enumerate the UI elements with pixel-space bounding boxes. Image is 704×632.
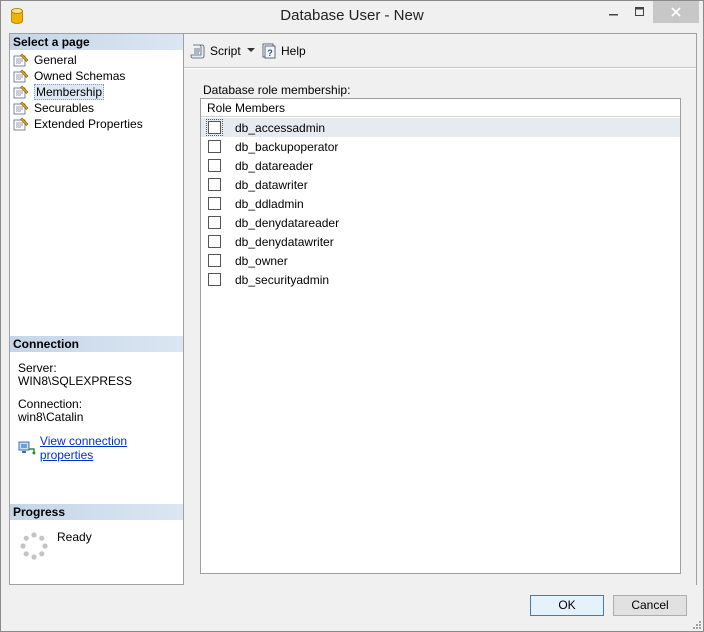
connection-properties-icon <box>18 441 36 455</box>
page-item-owned-schemas[interactable]: Owned Schemas <box>13 68 181 84</box>
role-row[interactable]: db_denydatawriter <box>201 232 680 251</box>
role-row[interactable]: db_backupoperator <box>201 137 680 156</box>
progress-header: Progress <box>10 504 183 520</box>
role-members-grid: Role Members db_accessadmin db_backupoper… <box>200 98 681 574</box>
script-button[interactable]: Script <box>190 42 241 60</box>
page-item-label: Owned Schemas <box>34 69 126 83</box>
role-name: db_ddladmin <box>235 196 304 211</box>
page-wrench-icon <box>13 53 29 67</box>
connection-value: win8\Catalin <box>18 410 84 424</box>
role-name: db_datawriter <box>235 177 308 192</box>
role-checkbox[interactable] <box>208 235 221 248</box>
ok-button[interactable]: OK <box>530 595 604 616</box>
role-checkbox[interactable] <box>206 119 223 136</box>
script-label: Script <box>210 44 241 58</box>
help-label: Help <box>281 44 306 58</box>
close-button[interactable] <box>653 1 699 23</box>
role-checkbox[interactable] <box>208 273 221 286</box>
role-members-header[interactable]: Role Members <box>201 99 680 117</box>
title-bar: Database User - New <box>1 1 703 31</box>
page-item-membership[interactable]: Membership <box>13 84 181 100</box>
select-page-header: Select a page <box>10 34 183 50</box>
role-checkbox[interactable] <box>208 140 221 153</box>
page-item-extended-properties[interactable]: Extended Properties <box>13 116 181 132</box>
page-item-label: Securables <box>34 101 95 115</box>
role-name: db_owner <box>235 253 288 268</box>
role-checkbox[interactable] <box>208 178 221 191</box>
svg-text:?: ? <box>267 48 273 58</box>
maximize-icon <box>635 7 644 16</box>
role-name: db_accessadmin <box>235 120 326 135</box>
role-name: db_denydatareader <box>235 215 340 230</box>
role-checkbox[interactable] <box>208 159 221 172</box>
role-name: db_datareader <box>235 158 314 173</box>
page-wrench-icon <box>13 117 29 131</box>
view-connection-properties[interactable]: View connection properties <box>18 434 183 462</box>
progress-spinner-icon <box>20 532 48 560</box>
script-icon <box>190 44 205 59</box>
page-item-label: Extended Properties <box>34 117 143 131</box>
role-row[interactable]: db_accessadmin <box>201 118 680 137</box>
connection-header: Connection <box>10 336 183 352</box>
resize-grip-icon[interactable] <box>691 619 701 629</box>
role-row[interactable]: db_owner <box>201 251 680 270</box>
cancel-button[interactable]: Cancel <box>613 595 687 616</box>
minimize-icon <box>609 14 618 16</box>
role-checkbox[interactable] <box>208 254 221 267</box>
view-connection-link[interactable]: View connection properties <box>40 434 183 462</box>
role-row[interactable]: db_datawriter <box>201 175 680 194</box>
content-area: Database role membership: Role Members d… <box>184 69 696 585</box>
page-item-general[interactable]: General <box>13 52 181 68</box>
window-title: Database User - New <box>280 7 424 24</box>
role-checkbox[interactable] <box>208 216 221 229</box>
script-dropdown-arrow-icon[interactable] <box>247 48 255 53</box>
membership-label: Database role membership: <box>203 83 351 97</box>
database-user-dialog: Database User - New Select a page Genera… <box>0 0 704 632</box>
progress-status: Ready <box>57 530 92 544</box>
role-name: db_securityadmin <box>235 272 330 287</box>
role-row[interactable]: db_denydatareader <box>201 213 680 232</box>
role-row[interactable]: db_securityadmin <box>201 270 680 289</box>
left-panel: Select a page General Owned Schemas Member… <box>9 33 184 585</box>
close-icon <box>671 7 681 17</box>
page-wrench-icon <box>13 101 29 115</box>
role-name: db_backupoperator <box>235 139 339 154</box>
toolbar: Script ? Help <box>184 34 696 68</box>
role-row[interactable]: db_ddladmin <box>201 194 680 213</box>
help-icon: ? <box>262 43 276 59</box>
help-button[interactable]: ? Help <box>261 42 306 60</box>
right-panel: Script ? Help Database role membership: … <box>184 33 697 585</box>
page-item-label: Membership <box>34 84 105 100</box>
role-row[interactable]: db_datareader <box>201 156 680 175</box>
page-list: General Owned Schemas Membership Securables… <box>13 52 181 132</box>
role-name: db_denydatawriter <box>235 234 334 249</box>
page-item-label: General <box>34 53 77 67</box>
server-value: WIN8\SQLEXPRESS <box>18 374 133 388</box>
page-wrench-icon <box>13 85 29 99</box>
maximize-button[interactable] <box>625 1 655 23</box>
page-wrench-icon <box>13 69 29 83</box>
page-item-securables[interactable]: Securables <box>13 100 181 116</box>
role-checkbox[interactable] <box>208 197 221 210</box>
